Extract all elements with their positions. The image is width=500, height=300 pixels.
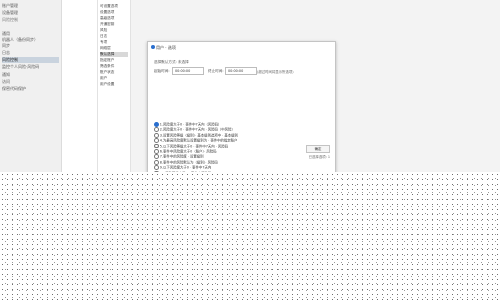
option-row[interactable]: 2.风险度大于0 · 事件中7天内 · 风险码（中风险） xyxy=(154,127,329,133)
sidebar-item[interactable]: 监控个人风险·风险码 xyxy=(2,64,59,70)
settings-list-item[interactable]: 默认选择 xyxy=(100,52,128,57)
option-label: 7.事件中的风险度 · 设置级别 xyxy=(159,154,204,159)
settings-list-item[interactable]: 筛选条件 xyxy=(100,64,128,69)
option-row[interactable]: 4.为最高风险度默认设置级别为 · 事件中的指定账户 xyxy=(154,138,329,143)
radio-icon[interactable] xyxy=(154,122,159,127)
settings-list-item[interactable]: 网络层 xyxy=(100,46,128,51)
sidebar-item[interactable]: 账户管理 xyxy=(2,3,59,9)
settings-list-item[interactable]: 设置选项 xyxy=(100,10,128,15)
option-label: 4.为最高风险度默认设置级别为 · 事件中的指定账户 xyxy=(159,138,238,143)
option-label: 9.以下风险度大于0 · 事件中7天内 xyxy=(159,165,212,170)
options-dialog: 用户 · 选项 选择默认方式: 未选择 起始时间: 00:00:00 终止时间:… xyxy=(147,41,336,197)
settings-list-item[interactable]: 指定账户 xyxy=(100,58,128,63)
confirm-button[interactable]: 确定 xyxy=(306,145,330,153)
settings-list-item[interactable]: 开通密钥 xyxy=(100,22,128,27)
option-label: 8.事件中的风险默认为（级别）· 风险码 xyxy=(159,160,218,165)
dialog-title: 用户 · 选项 xyxy=(156,45,176,50)
option-label: 5.以下风险等级大于0 · 事件中7天内 · 风险码 xyxy=(159,144,229,148)
start-time-label: 起始时间: xyxy=(154,69,170,73)
option-label: 6.事件中风险度大于0（账户）· 风险码 xyxy=(159,149,217,154)
sidebar-item[interactable]: 保密代码保护 xyxy=(2,86,59,92)
sidebar-item[interactable]: 日志 xyxy=(2,50,59,56)
settings-list-item[interactable]: 可设置选项 xyxy=(100,4,128,9)
sidebar-item[interactable]: 同步 xyxy=(2,43,59,49)
settings-list-item[interactable]: 风险 xyxy=(100,28,128,33)
noise-overlay xyxy=(0,172,500,300)
settings-list-item[interactable]: 用户 xyxy=(100,76,128,81)
radio-icon[interactable] xyxy=(154,127,159,133)
info-icon xyxy=(151,45,155,49)
radio-icon[interactable] xyxy=(154,143,159,149)
radio-icon[interactable] xyxy=(154,132,159,138)
end-time-label: 终止时间: xyxy=(208,69,224,73)
option-row[interactable]: 7.事件中的风险度 · 设置级别 xyxy=(154,154,329,160)
sidebar-item[interactable]: 风险控制 xyxy=(2,57,59,63)
time-hint: (超过时间将显示所选项) xyxy=(257,70,294,74)
sidebar-item[interactable]: 设备管理 xyxy=(2,10,59,16)
sidebar-item[interactable]: 风险控制 xyxy=(2,17,59,23)
start-time-field[interactable]: 00:00:00 xyxy=(172,67,204,75)
option-label: 3.设置风险等级（级别）· 基本级别选项中 · 基本级别 xyxy=(159,133,238,138)
option-row[interactable]: 9.以下风险度大于0 · 事件中7天内 xyxy=(154,165,329,170)
radio-icon[interactable] xyxy=(154,138,159,143)
option-label: 2.风险度大于0 · 事件中7天内 · 风险码（中风险） xyxy=(159,127,235,132)
sidebar-item[interactable]: 通知 xyxy=(2,72,59,78)
settings-list-item[interactable]: 账户状态 xyxy=(100,70,128,75)
left-sidebar: 账户管理 设备管理 风险控制 通用 机器人（备份同步） 同步 日志 风险控制 监控个人风险·风险… xyxy=(0,0,62,172)
settings-list-panel: 可设置选项 设置选项 高级选项 开通密钥 风险 日志 专项 网络层 默认选择 指定账户 筛选条件 账户… xyxy=(97,0,131,172)
radio-icon[interactable] xyxy=(154,154,159,160)
sidebar-item[interactable]: 访问 xyxy=(2,79,59,85)
dialog-sub-label: 选择默认方式: 未选择 xyxy=(154,60,189,64)
end-time-field[interactable]: 00:00:00 xyxy=(225,67,257,75)
radio-icon[interactable] xyxy=(154,149,159,154)
dialog-footer-text: 已选择选项: 1 xyxy=(308,155,330,159)
settings-list-item[interactable]: 用户设置 xyxy=(100,82,128,87)
settings-list-item[interactable]: 专项 xyxy=(100,40,128,45)
radio-icon[interactable] xyxy=(154,159,159,165)
option-label: 1.风险度大于0 · 事件中7天内（风险码） xyxy=(159,122,222,127)
settings-list-item[interactable]: 高级选项 xyxy=(100,16,128,21)
radio-icon[interactable] xyxy=(154,165,159,170)
option-row[interactable]: 5.以下风险等级大于0 · 事件中7天内 · 风险码 xyxy=(154,143,329,149)
settings-list-item[interactable]: 日志 xyxy=(100,34,128,39)
